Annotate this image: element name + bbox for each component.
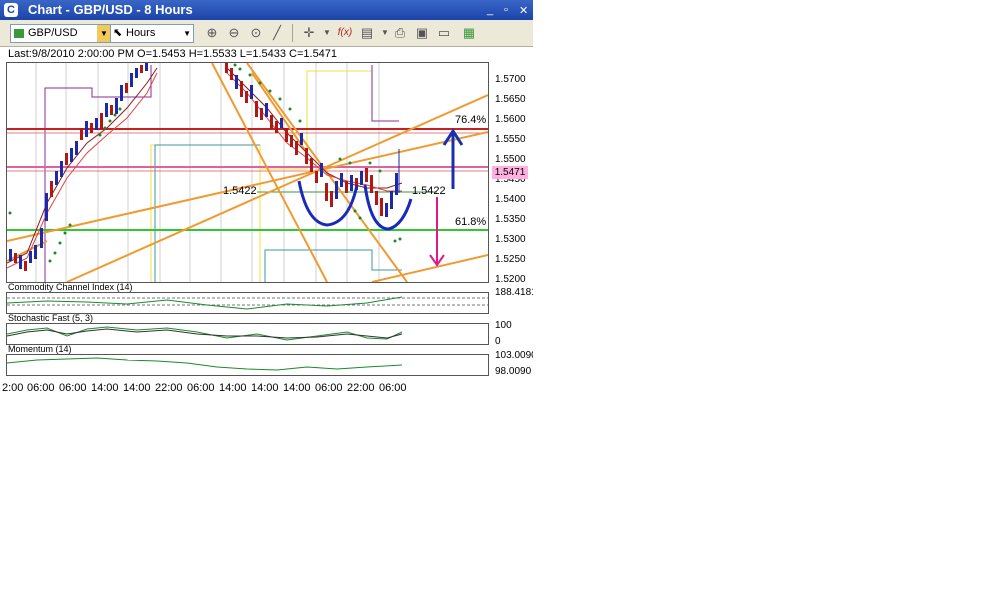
symbol-value: GBP/USD [28, 27, 78, 39]
chevron-down-icon[interactable]: ▼ [183, 25, 191, 42]
time-tick: 06:00 [27, 382, 55, 394]
price-tick: 1.5650 [495, 94, 526, 105]
zoom-out-icon[interactable]: ⊖ [225, 24, 243, 42]
momentum-label: Momentum (14) [8, 344, 72, 354]
time-tick: 06:00 [379, 382, 407, 394]
stoch-label: Stochastic Fast (5, 3) [8, 313, 94, 323]
close-icon[interactable]: ✕ [519, 4, 528, 17]
momentum-bottom: 98.0090 [495, 366, 532, 377]
chevron-down-icon[interactable]: ▼ [97, 25, 111, 42]
price-pane[interactable] [6, 62, 489, 283]
title-bar: C Chart - GBP/USD - 8 Hours _ ▫ ✕ [0, 0, 533, 20]
moving-average-red-right [226, 72, 402, 192]
price-tick: 1.5550 [495, 134, 526, 145]
time-tick: 2:00 [2, 382, 24, 394]
last-price-badge: 1.5471 [492, 166, 528, 179]
donchian-lower-teal [154, 144, 260, 282]
price-tick: 1.5400 [495, 194, 526, 205]
chart-window: C Chart - GBP/USD - 8 Hours _ ▫ ✕ GBP/US… [0, 0, 533, 398]
time-tick: 22:00 [347, 382, 375, 394]
cci-value: 188.4181 [495, 287, 533, 298]
time-tick: 14:00 [123, 382, 151, 394]
neckline-label-right: 1.5422 [412, 185, 446, 197]
time-tick: 14:00 [251, 382, 279, 394]
cci-pane[interactable] [6, 292, 489, 314]
zoom-in-icon[interactable]: ⊕ [203, 24, 221, 42]
minimize-icon[interactable]: _ [487, 4, 493, 16]
time-tick: 14:00 [91, 382, 119, 394]
app-icon: C [4, 3, 18, 17]
chart-properties-icon[interactable]: ▤ [358, 24, 376, 42]
time-tick: 06:00 [187, 382, 215, 394]
price-tick: 1.5250 [495, 254, 526, 265]
toolbar-separator [292, 24, 293, 42]
period-value: Hours [126, 27, 156, 39]
symbol-select[interactable]: GBP/USD ▼ [10, 24, 112, 43]
window-title: Chart - GBP/USD - 8 Hours [28, 2, 193, 17]
momentum-pane[interactable] [6, 354, 489, 376]
restore-icon[interactable]: ▫ [504, 4, 508, 16]
chevron-down-icon[interactable]: ▼ [318, 24, 336, 42]
time-tick: 06:00 [315, 382, 343, 394]
stoch-pane[interactable] [6, 323, 489, 345]
symbol-flag-icon [14, 29, 24, 38]
draw-line-icon[interactable]: ╱ [268, 24, 286, 42]
momentum-top: 103.0090 [495, 350, 533, 361]
momentum-svg [7, 357, 403, 371]
save-icon[interactable]: ▣ [413, 24, 431, 42]
donchian-lower-teal-right [264, 249, 402, 282]
period-select[interactable]: ⬉ Hours ▼ [110, 24, 194, 43]
stoch-top: 100 [495, 320, 512, 331]
price-tick: 1.5350 [495, 214, 526, 225]
fib-764-label: 76.4% [455, 114, 487, 126]
price-tick: 1.5600 [495, 114, 526, 125]
stoch-bottom: 0 [495, 336, 501, 347]
price-tick: 1.5500 [495, 154, 526, 165]
ohlc-info-line: Last:9/8/2010 2:00:00 PM O=1.5453 H=1.55… [8, 48, 338, 60]
crosshair-icon[interactable]: ✛ [300, 24, 318, 42]
cci-svg [7, 296, 488, 310]
time-tick: 14:00 [283, 382, 311, 394]
export-icon[interactable]: ▦ [460, 24, 478, 42]
stoch-svg [7, 326, 403, 341]
time-tick: 06:00 [59, 382, 87, 394]
time-tick: 22:00 [155, 382, 183, 394]
toolbar: GBP/USD ▼ ⬉ Hours ▼ ⊕ ⊖ ⊙ ╱ ✛ ▼ f(x) ▤ ▼… [0, 20, 533, 47]
fib-618-label: 61.8% [455, 216, 487, 228]
donchian-upper-right [371, 65, 399, 122]
price-chart-svg [7, 63, 488, 282]
envelope-yellow-line [150, 144, 261, 282]
print-icon[interactable]: ⎙ [391, 24, 409, 42]
document-icon[interactable]: ▭ [435, 24, 453, 42]
price-tick: 1.5300 [495, 234, 526, 245]
price-tick: 1.5700 [495, 74, 526, 85]
cci-label: Commodity Channel Index (14) [8, 282, 133, 292]
fx-indicator-icon[interactable]: f(x) [336, 24, 354, 42]
time-tick: 14:00 [219, 382, 247, 394]
zoom-fit-icon[interactable]: ⊙ [247, 24, 265, 42]
neckline-label-left: 1.5422 [223, 185, 257, 197]
cursor-icon: ⬉ [113, 27, 123, 39]
price-tick: 1.5200 [495, 274, 526, 285]
